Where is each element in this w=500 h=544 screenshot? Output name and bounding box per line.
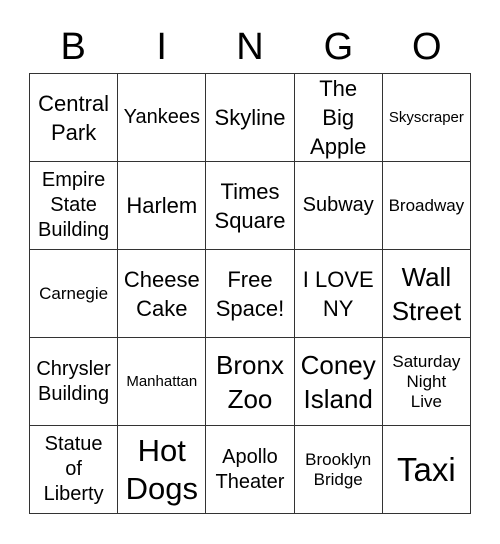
bingo-cell[interactable]: Apollo Theater [206,426,295,514]
bingo-cell[interactable]: Harlem [118,162,207,250]
bingo-cell[interactable]: Hot Dogs [118,426,207,514]
bingo-cell[interactable]: Manhattan [118,338,207,426]
bingo-cell[interactable]: Wall Street [382,250,471,338]
bingo-cell[interactable]: Statue of Liberty [30,426,119,514]
cell-label: Coney Island [300,349,376,414]
bingo-header: B I N G O [29,22,471,72]
bingo-cell[interactable]: Subway [294,162,383,250]
bingo-cell[interactable]: Skyline [206,74,295,162]
bingo-cell[interactable]: Bronx Zoo [206,338,295,426]
cell-label: I LOVE NY [302,266,374,321]
header-letter-o: O [412,26,442,68]
bingo-cell[interactable]: Times Square [206,162,295,250]
header-letter-b: B [60,26,86,68]
cell-label: Cheese Cake [123,266,200,321]
bingo-cell[interactable]: Carnegie [30,250,119,338]
cell-label: Central Park [38,90,110,145]
cell-label: Wall Street [391,261,462,326]
bingo-cell[interactable]: Broadway [382,162,471,250]
cell-label: Bronx Zoo [216,349,284,414]
free-space-label: Free Space! [215,266,285,321]
cell-label: Manhattan [126,372,198,390]
cell-label: Empire State Building [38,169,110,241]
bingo-cell free-space[interactable]: Free Space! [206,250,295,338]
bingo-cell[interactable]: Coney Island [294,338,383,426]
header-letter-n: N [236,26,264,68]
cell-label: Yankees [123,106,200,128]
header-letter-g: G [323,26,354,68]
cell-label: Harlem [126,193,198,218]
cell-label: Hot Dogs [125,432,198,506]
bingo-cell[interactable]: Chrysler Building [30,338,119,426]
cell-label: Statue of Liberty [43,433,104,505]
bingo-cell[interactable]: Yankees [118,74,207,162]
cell-label: Times Square [214,178,286,233]
bingo-cell[interactable]: Skyscraper [382,74,471,162]
cell-label: Chrysler Building [36,357,111,405]
cell-label: Apollo Theater [215,445,285,493]
cell-label: Taxi [397,450,456,488]
bingo-cell[interactable]: Saturday Night Live [382,338,471,426]
bingo-cell[interactable]: Central Park [30,74,119,162]
cell-label: Skyscraper [388,108,464,126]
cell-label: Brooklyn Bridge [305,449,372,489]
cell-label: Saturday Night Live [392,351,461,411]
bingo-cell[interactable]: I LOVE NY [294,250,383,338]
cell-label: Broadway [388,195,465,215]
header-letter-i: I [156,26,167,68]
cell-label: Skyline [214,105,286,130]
bingo-cell[interactable]: Cheese Cake [118,250,207,338]
bingo-cell[interactable]: Brooklyn Bridge [294,426,383,514]
cell-label: Subway [302,194,374,216]
cell-label: The Big Apple [310,76,367,159]
bingo-cell[interactable]: Taxi [382,426,471,514]
bingo-cell[interactable]: The Big Apple [294,74,383,162]
cell-label: Carnegie [39,283,109,303]
bingo-grid: Central Park Yankees Skyline The Big App… [29,73,471,514]
bingo-cell[interactable]: Empire State Building [30,162,119,250]
